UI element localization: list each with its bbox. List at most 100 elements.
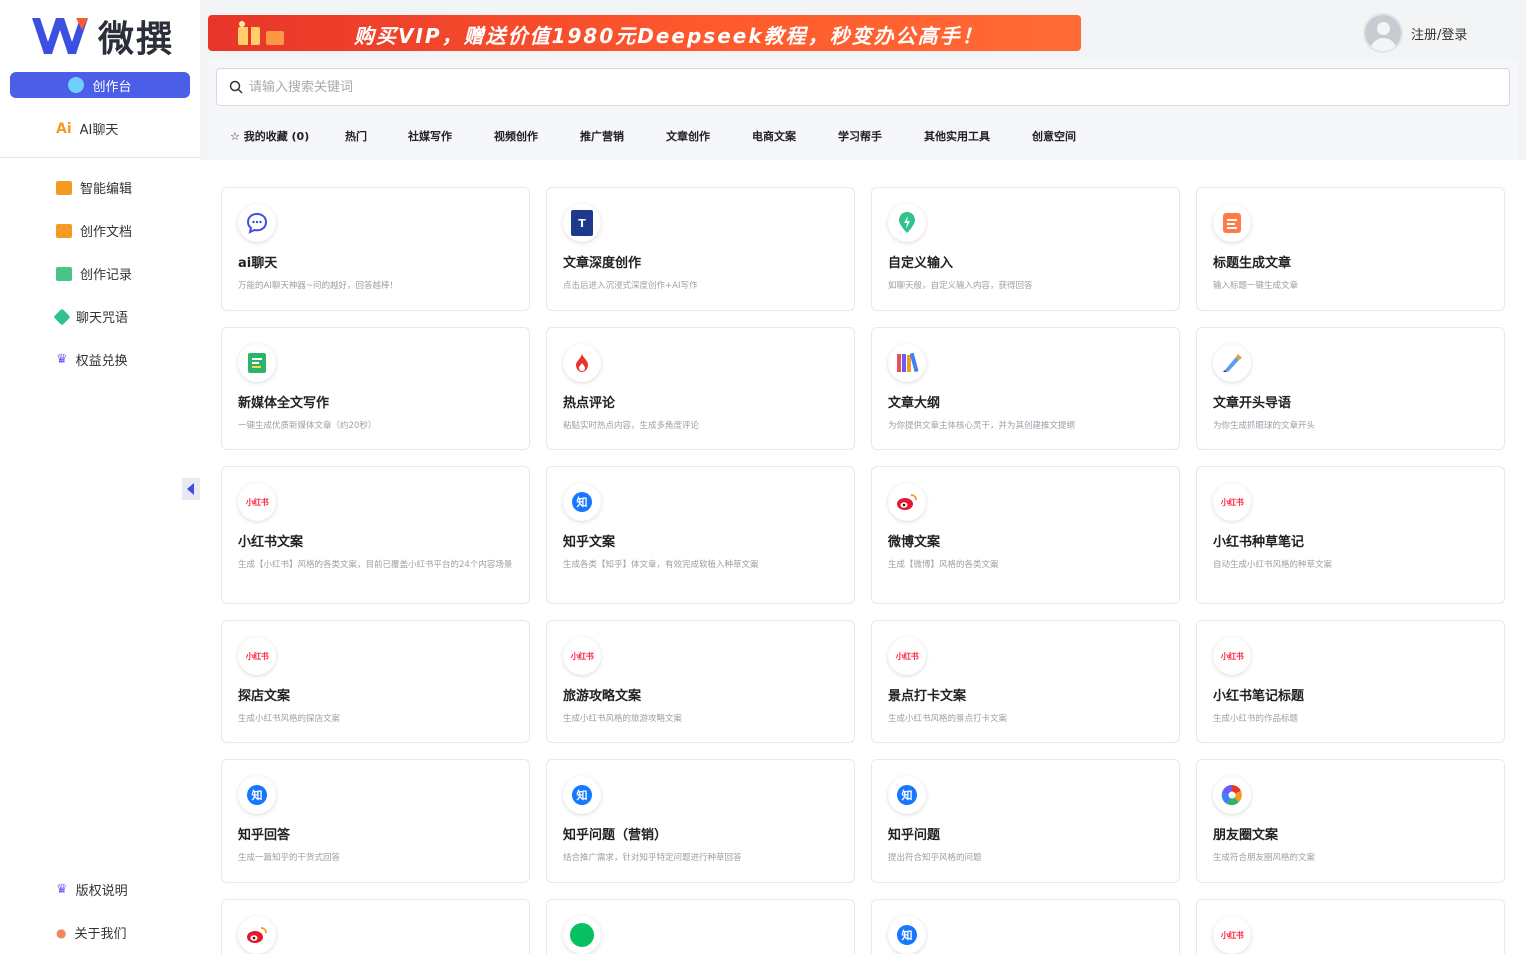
sidebar-divider	[0, 157, 200, 158]
avatar-icon	[1363, 13, 1403, 53]
crown-icon: ♛	[56, 352, 68, 367]
user-login[interactable]: 注册/登录	[1363, 13, 1467, 53]
tool-card[interactable]: T 文章深度创作 点击后进入沉浸式深度创作+AI写作	[546, 187, 855, 311]
doc-letter: T	[571, 210, 593, 236]
zhihu-icon: 知	[888, 916, 926, 954]
zhihu-logo-text: 知	[247, 785, 267, 805]
tool-card[interactable]	[546, 899, 855, 954]
vip-promo-banner[interactable]: 购买VIP，赠送价值1980元Deepseek教程，秒变办公高手！	[208, 15, 1081, 51]
tool-card[interactable]: 文章开头导语 为你生成抓眼球的文章开头	[1196, 327, 1505, 450]
tab-hot[interactable]: 热门	[345, 128, 408, 144]
card-desc: 为你提供文章主体核心灵干，并为其创建推文提纲	[888, 421, 1076, 431]
nav-creation-desk[interactable]: 创作台	[10, 72, 190, 98]
tool-card[interactable]: 自定义输入 如聊天般，自定义输入内容，获得回答	[871, 187, 1180, 311]
card-desc: 生成【微博】风格的各类文案	[888, 560, 999, 570]
card-title: 小红书文案	[238, 535, 304, 550]
tool-card[interactable]: 小红书 小红书笔记标题 生成小红书的作品标题	[1196, 620, 1505, 743]
card-desc: 生成小红书风格的景点打卡文案	[888, 714, 1008, 724]
tool-card[interactable]: 小红书 景点打卡文案 生成小红书风格的景点打卡文案	[871, 620, 1180, 743]
zhihu-logo-text: 知	[572, 785, 592, 805]
xhs-logo-text: 小红书	[245, 651, 269, 661]
sidebar-item-copyright[interactable]: ♛ 版权说明	[56, 880, 128, 899]
xiaohongshu-icon: 小红书	[1213, 483, 1251, 521]
tool-card[interactable]: ai聊天 万能的AI聊天神器~问的越好，回答越棒！	[221, 187, 530, 311]
sidebar-item-about[interactable]: ● 关于我们	[56, 923, 127, 943]
moments-icon	[1213, 776, 1251, 814]
app-logo[interactable]: 微撰	[30, 10, 174, 62]
tool-card[interactable]: 小红书 旅游攻略文案 生成小红书风格的旅游攻略文案	[546, 620, 855, 743]
zhihu-icon: 知	[563, 483, 601, 521]
zhihu-logo-text: 知	[897, 925, 917, 945]
tool-card[interactable]: 知 知乎问题（营销） 结合推广需求，针对知乎特定问题进行种草回答	[546, 759, 855, 883]
collapse-sidebar-button[interactable]	[182, 478, 200, 500]
card-title: 文章深度创作	[563, 256, 642, 271]
card-desc: 为你生成抓眼球的文章开头	[1213, 421, 1316, 431]
tool-card[interactable]: 小红书 小红书种草笔记 自动生成小红书风格的种草文案	[1196, 466, 1505, 604]
tab-ecommerce[interactable]: 电商文案	[752, 128, 838, 144]
sidebar-item-smart-edit[interactable]: 智能编辑	[56, 178, 132, 197]
lightning-icon	[888, 204, 926, 242]
wechat-icon	[563, 916, 601, 954]
xiaohongshu-icon: 小红书	[1213, 916, 1251, 954]
tab-favorites[interactable]: ☆ 我的收藏 (0)	[230, 128, 345, 144]
weibo-icon	[888, 483, 926, 521]
card-title: ai聊天	[238, 256, 278, 271]
tab-marketing[interactable]: 推广营销	[580, 128, 666, 144]
crown-icon: ♛	[56, 882, 68, 897]
tool-card[interactable]: 微博文案 生成【微博】风格的各类文案	[871, 466, 1180, 604]
zhihu-icon: 知	[888, 776, 926, 814]
tool-card[interactable]: 热点评论 粘贴实时热点内容，生成多角度评论	[546, 327, 855, 450]
tool-card[interactable]: 标题生成文章 输入标题一键生成文章	[1196, 187, 1505, 311]
nav-label: AI聊天	[79, 123, 119, 138]
card-title: 小红书种草笔记	[1213, 535, 1305, 550]
zhihu-icon: 知	[563, 776, 601, 814]
tool-card[interactable]: 知 知乎问题 提出符合知乎风格的问题	[871, 759, 1180, 883]
login-label: 注册/登录	[1411, 27, 1468, 43]
sidebar-item-redeem[interactable]: ♛ 权益兑换	[56, 350, 128, 369]
card-desc: 结合推广需求，针对知乎特定问题进行种草回答	[563, 853, 742, 863]
tool-card[interactable]: 知 知乎回答 生成一篇知乎的干货式回答	[221, 759, 530, 883]
ai-icon: Ai	[56, 120, 72, 137]
card-title: 旅游攻略文案	[563, 689, 642, 704]
wechat-badge	[570, 923, 594, 947]
card-desc: 生成【小红书】风格的各类文案，目前已覆盖小红书平台的24个内容场景	[238, 560, 513, 570]
tab-article[interactable]: 文章创作	[666, 128, 752, 144]
search-input[interactable]	[249, 79, 849, 95]
card-title: 景点打卡文案	[888, 689, 967, 704]
tool-card[interactable]: 知	[871, 899, 1180, 954]
sidebar-item-docs[interactable]: 创作文档	[56, 221, 132, 240]
sidebar-item-prompts[interactable]: 聊天咒语	[53, 307, 128, 326]
sidebar-item-records[interactable]: 创作记录	[56, 264, 132, 283]
folder-icon	[56, 180, 72, 195]
brush-icon	[1213, 344, 1251, 382]
weibo-icon	[238, 916, 276, 954]
card-title: 知乎问题	[888, 828, 941, 843]
tool-card[interactable]: 新媒体全文写作 一键生成优质新媒体文章（约20秒）	[221, 327, 530, 450]
tool-card[interactable]: 小红书 小红书文案 生成【小红书】风格的各类文案，目前已覆盖小红书平台的24个内…	[221, 466, 530, 604]
tool-card[interactable]: 朋友圈文案 生成符合朋友圈风格的文案	[1196, 759, 1505, 883]
tool-card[interactable]: 小红书 探店文案 生成小红书风格的探店文案	[221, 620, 530, 743]
tab-creative[interactable]: 创意空间	[1032, 128, 1118, 144]
sidebar-item-label: 智能编辑	[80, 182, 133, 197]
tool-card[interactable]: 知 知乎文案 生成各类【知乎】体文章，有效完成软植入种草文案	[546, 466, 855, 604]
card-title: 文章开头导语	[1213, 396, 1292, 411]
card-title: 知乎回答	[238, 828, 291, 843]
tool-card[interactable]: 文章大纲 为你提供文章主体核心灵干，并为其创建推文提纲	[871, 327, 1180, 450]
search-box[interactable]	[216, 68, 1510, 106]
tab-social-writing[interactable]: 社媒写作	[408, 128, 494, 144]
card-desc: 生成小红书风格的旅游攻略文案	[563, 714, 683, 724]
tool-card[interactable]	[221, 899, 530, 954]
nav-ai-chat[interactable]: Ai AI聊天	[56, 119, 119, 139]
zhihu-icon: 知	[238, 776, 276, 814]
xhs-logo-text: 小红书	[245, 497, 269, 507]
card-title: 知乎问题（营销）	[563, 828, 668, 843]
tool-card[interactable]: 小红书	[1196, 899, 1505, 954]
xhs-logo-text: 小红书	[1220, 497, 1244, 507]
tab-tools[interactable]: 其他实用工具	[924, 128, 1032, 144]
tab-video[interactable]: 视频创作	[494, 128, 580, 144]
card-desc: 提出符合知乎风格的问题	[888, 853, 982, 863]
tool-grid: ai聊天 万能的AI聊天神器~问的越好，回答越棒！ T 文章深度创作 点击后进入…	[200, 160, 1526, 954]
card-desc: 生成一篇知乎的干货式回答	[238, 853, 341, 863]
card-title: 微博文案	[888, 535, 941, 550]
tab-study[interactable]: 学习帮手	[838, 128, 924, 144]
